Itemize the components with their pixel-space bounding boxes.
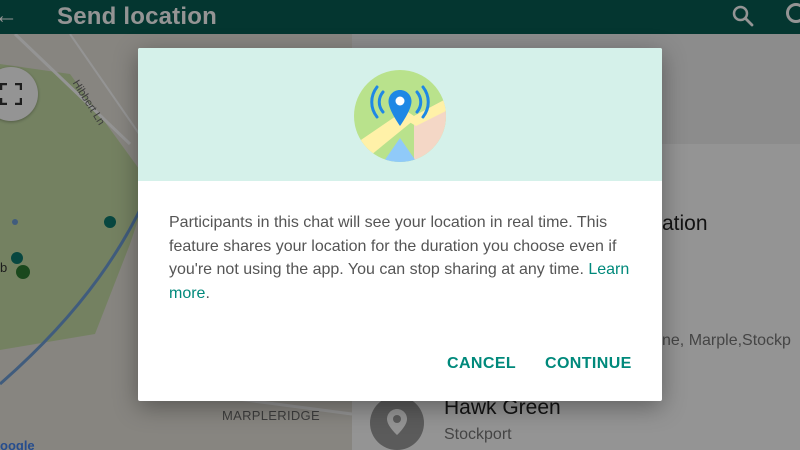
live-location-icon [354, 70, 446, 162]
continue-button[interactable]: CONTINUE [545, 355, 632, 373]
live-location-dialog: Participants in this chat will see your … [138, 48, 662, 401]
dialog-message: Participants in this chat will see your … [169, 211, 639, 305]
dialog-message-suffix: . [205, 284, 210, 302]
dialog-banner [138, 48, 662, 181]
dialog-message-text: Participants in this chat will see your … [169, 214, 617, 278]
cancel-button[interactable]: CANCEL [447, 355, 516, 373]
